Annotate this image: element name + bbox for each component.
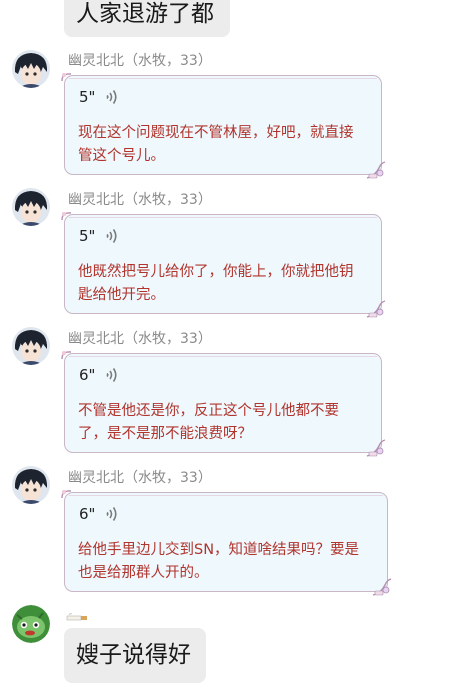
- anime-boy-avatar-icon: [12, 50, 50, 88]
- message-text: 人家退游了都: [76, 1, 214, 27]
- corner-ornament-icon: [61, 490, 72, 499]
- corner-ornament-icon: [366, 300, 386, 318]
- avatar[interactable]: [12, 327, 50, 365]
- corner-ornament-icon: [366, 439, 386, 457]
- voice-message-card[interactable]: 6" 给他手里边儿交到SN，知道啥结果吗？要是也是给那群人开的。: [61, 490, 392, 596]
- voice-duration: 6": [79, 366, 96, 384]
- voice-duration: 5": [79, 227, 96, 245]
- voice-player[interactable]: 5": [79, 88, 119, 106]
- sender-name: 幽灵北北（水牧，33）: [68, 192, 212, 208]
- corner-ornament-icon: [61, 351, 72, 360]
- voice-player[interactable]: 6": [79, 366, 119, 384]
- voice-transcript: 现在这个问题现在不管林屋，好吧，就直接管这个号儿。: [78, 125, 354, 164]
- speaker-wave-icon: [106, 90, 118, 104]
- avatar[interactable]: [12, 605, 50, 643]
- avatar[interactable]: [12, 188, 50, 226]
- corner-ornament-icon: [61, 73, 72, 82]
- voice-message-card[interactable]: 5" 他既然把号儿给你了，你能上，你就把他钥匙给他开完。: [61, 212, 386, 318]
- anime-boy-avatar-icon: [12, 188, 50, 226]
- speaker-wave-icon: [106, 507, 118, 521]
- sender-name: 幽灵北北（水牧，33）: [68, 53, 212, 69]
- avatar[interactable]: [12, 466, 50, 504]
- sender-name: 幽灵北北（水牧，33）: [68, 470, 212, 486]
- avatar[interactable]: [12, 50, 50, 88]
- message-bubble-last[interactable]: 嫂子说得好: [64, 628, 206, 683]
- anime-boy-avatar-icon: [12, 327, 50, 365]
- voice-player[interactable]: 6": [79, 505, 119, 523]
- voice-player[interactable]: 5": [79, 227, 119, 245]
- green-creature-avatar-icon: [12, 605, 50, 643]
- speaker-wave-icon: [106, 229, 118, 243]
- speaker-wave-icon: [106, 368, 118, 382]
- message-bubble-top[interactable]: 人家退游了都: [64, 0, 230, 37]
- voice-message-card[interactable]: 5" 现在这个问题现在不管林屋，好吧，就直接管这个号儿。: [61, 73, 386, 179]
- voice-duration: 5": [79, 88, 96, 106]
- corner-ornament-icon: [366, 161, 386, 179]
- voice-transcript: 给他手里边儿交到SN，知道啥结果吗？要是也是给那群人开的。: [78, 542, 360, 581]
- corner-ornament-icon: [61, 212, 72, 221]
- voice-transcript: 不管是他还是你，反正这个号儿他都不要了，是不是那不能浪费呀？: [78, 403, 339, 442]
- voice-duration: 6": [79, 505, 96, 523]
- anime-boy-avatar-icon: [12, 466, 50, 504]
- sender-name: 幽灵北北（水牧，33）: [68, 331, 212, 347]
- voice-message-card[interactable]: 6" 不管是他还是你，反正这个号儿他都不要了，是不是那不能浪费呀？: [61, 351, 386, 457]
- message-text: 嫂子说得好: [76, 642, 191, 668]
- voice-transcript: 他既然把号儿给你了，你能上，你就把他钥匙给他开完。: [78, 264, 354, 303]
- corner-ornament-icon: [372, 578, 392, 596]
- cigarette-badge-icon: [66, 613, 87, 621]
